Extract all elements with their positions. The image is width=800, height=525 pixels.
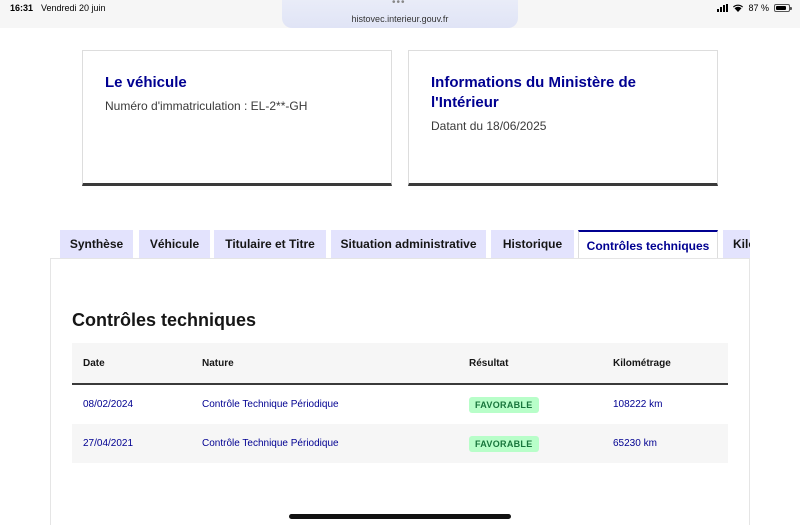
row-mileage: 65230 km [602, 424, 728, 463]
registration-number: Numéro d'immatriculation : EL-2**-GH [105, 99, 308, 113]
row-nature: Contrôle Technique Périodique [191, 424, 458, 463]
section-title: Contrôles techniques [72, 310, 257, 330]
tab-bar: Synthèse Véhicule Titulaire et Titre Sit… [60, 230, 750, 258]
signal-icon [717, 4, 729, 12]
table-row: 08/02/2024 Contrôle Technique Périodique… [72, 384, 728, 424]
data-date: Datant du 18/06/2025 [431, 119, 547, 133]
row-date: 27/04/2021 [72, 424, 191, 463]
status-badge: FAVORABLE [469, 396, 539, 413]
url-text: histovec.interieur.gouv.fr [351, 14, 449, 24]
tab-synthese[interactable]: Synthèse [60, 230, 133, 258]
more-dots-icon[interactable]: ••• [392, 0, 406, 8]
ministry-card-title: Informations du Ministère de l'Intérieur [431, 74, 637, 111]
wifi-icon [733, 4, 744, 12]
tab-situation-administrative[interactable]: Situation administrative [331, 230, 486, 258]
home-indicator[interactable] [289, 514, 511, 519]
tab-historique[interactable]: Historique [491, 230, 574, 258]
tab-titulaire-et-titre[interactable]: Titulaire et Titre [214, 230, 326, 258]
status-indicators: 87 % [717, 3, 792, 13]
tab-controles-techniques[interactable]: Contrôles techniques [578, 230, 718, 258]
technical-inspections-table: Date Nature Résultat Kilométrage 08/02/2… [72, 343, 728, 463]
tab-kilometrage[interactable]: Kilo [723, 230, 750, 258]
row-result: FAVORABLE [458, 424, 602, 463]
status-bar: 16:31 Vendredi 20 juin histovec.interieu… [0, 0, 800, 28]
status-badge: FAVORABLE [469, 435, 539, 452]
row-mileage: 108222 km [613, 399, 663, 410]
vehicle-card-title: Le véhicule [105, 74, 187, 91]
date: Vendredi 20 juin [41, 3, 106, 13]
battery-percent: 87 % [748, 3, 769, 13]
row-result: FAVORABLE [458, 384, 602, 424]
tab-vehicule[interactable]: Véhicule [139, 230, 210, 258]
table-header-row: Date Nature Résultat Kilométrage [72, 343, 728, 385]
ministry-card: Informations du Ministère de l'Intérieur… [408, 50, 718, 186]
battery-icon [774, 4, 792, 12]
column-header-nature: Nature [191, 343, 458, 385]
row-date: 08/02/2024 [83, 399, 134, 410]
vehicle-card: Le véhicule Numéro d'immatriculation : E… [82, 50, 392, 186]
column-header-mileage: Kilométrage [602, 343, 728, 385]
table-row: 27/04/2021 Contrôle Technique Périodique… [72, 424, 728, 463]
column-header-result: Résultat [458, 343, 602, 385]
column-header-date: Date [72, 343, 191, 385]
row-nature: Contrôle Technique Périodique [202, 399, 339, 410]
clock: 16:31 [10, 3, 34, 13]
